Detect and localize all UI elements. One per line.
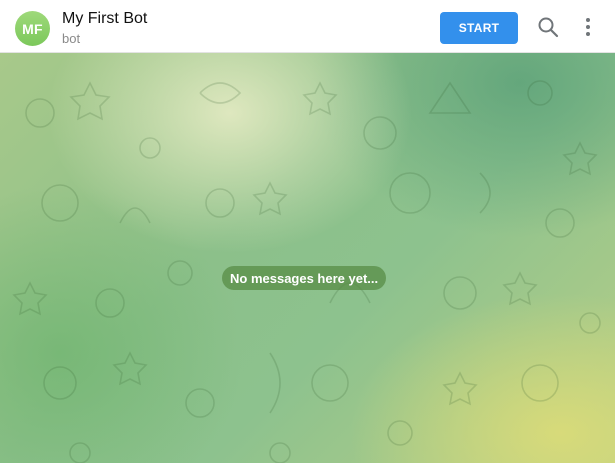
start-button[interactable]: START (440, 12, 518, 44)
wallpaper-pattern-icon (12, 80, 601, 463)
more-vertical-icon[interactable] (578, 16, 598, 38)
chat-header: MF My First Bot bot START (0, 0, 615, 53)
avatar[interactable]: MF (15, 11, 50, 46)
chat-subtitle: bot (62, 31, 81, 46)
chat-title[interactable]: My First Bot (62, 10, 147, 28)
search-icon[interactable] (537, 16, 559, 38)
chat-background: No messages here yet... (0, 53, 615, 463)
no-messages-label: No messages here yet... (222, 266, 387, 290)
